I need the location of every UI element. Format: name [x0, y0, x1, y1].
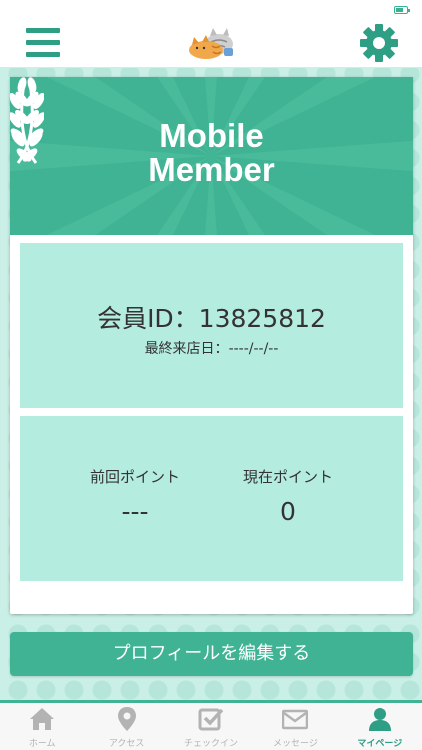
banner-title: Mobile Member: [10, 119, 413, 187]
tab-home-label: ホーム: [28, 739, 56, 749]
cats-logo-icon: [189, 28, 233, 59]
banner-title-line2: Member: [148, 151, 275, 188]
checkin-icon: [198, 708, 224, 731]
tab-mypage-label: マイページ: [357, 739, 403, 749]
banner-title-line1: Mobile: [159, 117, 264, 154]
points-panel: 前回ポイント --- 現在ポイント 0: [20, 416, 403, 581]
current-points-value: 0: [280, 497, 296, 526]
tab-checkin-label: チェックイン: [184, 739, 239, 749]
tab-message[interactable]: メッセージ: [253, 703, 337, 750]
previous-points-label: 前回ポイント: [89, 468, 180, 486]
member-info-panel: 会員ID：13825812 最終来店日：----/--/--: [20, 243, 403, 408]
battery-icon: [394, 6, 410, 14]
user-icon: [368, 708, 391, 731]
bottom-tab-bar: ホーム アクセス チェックイン メッセージ マイページ: [0, 703, 422, 750]
tab-message-label: メッセージ: [273, 739, 318, 749]
mobile-member-banner: Mobile Member: [10, 77, 413, 235]
app-header: [0, 0, 422, 68]
tab-access[interactable]: アクセス: [84, 703, 168, 750]
tab-mypage[interactable]: マイページ: [338, 703, 422, 750]
member-card: Mobile Member 会員ID：13825812 最終来店日：----/-…: [10, 77, 413, 614]
last-visit-label: 最終来店日：: [144, 341, 229, 357]
last-visit-value: ----/--/--: [228, 341, 279, 357]
gear-icon[interactable]: [360, 24, 398, 62]
hamburger-menu-icon[interactable]: [26, 28, 62, 58]
tab-access-label: アクセス: [108, 739, 145, 749]
home-icon: [30, 708, 55, 730]
mail-icon: [282, 709, 309, 730]
member-id: 会員ID：13825812: [97, 304, 326, 333]
map-pin-icon: [117, 707, 136, 731]
tab-home[interactable]: ホーム: [0, 703, 84, 750]
tab-checkin[interactable]: チェックイン: [169, 703, 253, 750]
current-points: 現在ポイント 0: [208, 466, 368, 526]
previous-points-value: ---: [121, 497, 149, 526]
edit-profile-button[interactable]: プロフィールを編集する: [10, 632, 413, 676]
last-visit: 最終来店日：----/--/--: [20, 338, 403, 358]
current-points-label: 現在ポイント: [242, 468, 333, 486]
previous-points: 前回ポイント ---: [55, 466, 215, 526]
laurel-right-icon: [10, 77, 44, 164]
